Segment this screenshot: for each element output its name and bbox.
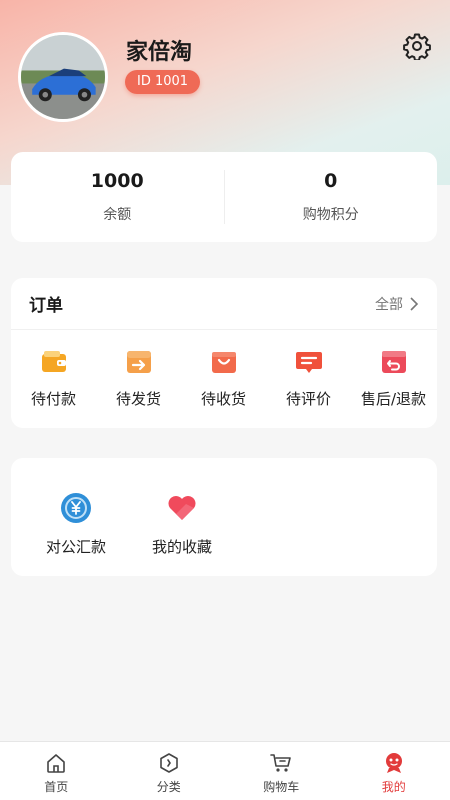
order-refund-label: 售后/退款: [360, 390, 427, 408]
orders-view-all-label: 全部: [375, 296, 403, 313]
category-icon: [159, 753, 178, 773]
orders-header: 订单 全部: [11, 278, 437, 330]
review-icon: [295, 352, 322, 373]
points-label: 购物积分: [302, 207, 359, 223]
order-pending-payment-label: 待付款: [30, 390, 76, 408]
order-pending-review[interactable]: 待评价: [266, 348, 351, 409]
service-corporate-transfer-label: 对公汇款: [45, 538, 106, 556]
orders-card: 订单 全部 待付款 待发货 待收货 待评价 售后/退款: [11, 278, 437, 428]
user-id-badge: ID 1001: [125, 70, 201, 94]
wallet-icon: [41, 351, 66, 372]
heart-icon: [168, 496, 196, 520]
refund-icon: [381, 351, 406, 373]
tab-category-label: 分类: [156, 780, 181, 794]
order-pending-payment[interactable]: 待付款: [11, 348, 96, 409]
avatar[interactable]: [18, 32, 108, 122]
order-refund[interactable]: 售后/退款: [351, 348, 436, 409]
order-pending-shipment-label: 待发货: [115, 390, 161, 408]
account-stats-card: 1000 余额 0 购物积分: [11, 152, 437, 242]
tab-profile-label: 我的: [381, 780, 406, 794]
profile-icon: [385, 753, 402, 773]
order-pending-shipment[interactable]: 待发货: [96, 348, 181, 409]
tab-cart-label: 购物车: [263, 780, 300, 794]
tab-category[interactable]: 分类: [113, 742, 226, 800]
balance-stat[interactable]: 1000 余额: [11, 152, 224, 242]
order-pending-review-label: 待评价: [285, 390, 331, 408]
points-stat[interactable]: 0 购物积分: [225, 152, 438, 242]
services-card: 对公汇款 我的收藏: [11, 458, 437, 576]
username: 家倍淘: [126, 40, 193, 65]
tab-profile[interactable]: 我的: [338, 742, 450, 800]
receive-bag-icon: [211, 352, 236, 373]
orders-view-all-link[interactable]: 全部: [375, 294, 419, 314]
balance-value: 1000: [90, 170, 144, 192]
order-pending-receipt[interactable]: 待收货: [181, 348, 266, 409]
ship-box-icon: [126, 351, 151, 373]
tab-home[interactable]: 首页: [0, 742, 113, 800]
tab-cart[interactable]: 购物车: [225, 742, 338, 800]
avatar-car-image: [21, 35, 105, 119]
cart-icon: [270, 754, 292, 772]
points-value: 0: [324, 170, 338, 192]
yuan-transfer-icon: [61, 493, 91, 523]
service-corporate-transfer[interactable]: 对公汇款: [23, 492, 129, 576]
orders-title: 订单: [29, 296, 63, 316]
chevron-right-icon: [410, 296, 419, 311]
order-status-row: 待付款 待发货 待收货 待评价 售后/退款: [11, 330, 437, 409]
balance-label: 余额: [103, 207, 132, 223]
service-favorites[interactable]: 我的收藏: [129, 492, 235, 576]
order-pending-receipt-label: 待收货: [200, 390, 246, 408]
tab-home-label: 首页: [44, 780, 69, 794]
service-favorites-label: 我的收藏: [151, 538, 212, 556]
bottom-tab-bar: 首页 分类 购物车 我的: [0, 741, 450, 800]
home-icon: [47, 754, 66, 773]
settings-gear-icon[interactable]: [403, 32, 431, 62]
